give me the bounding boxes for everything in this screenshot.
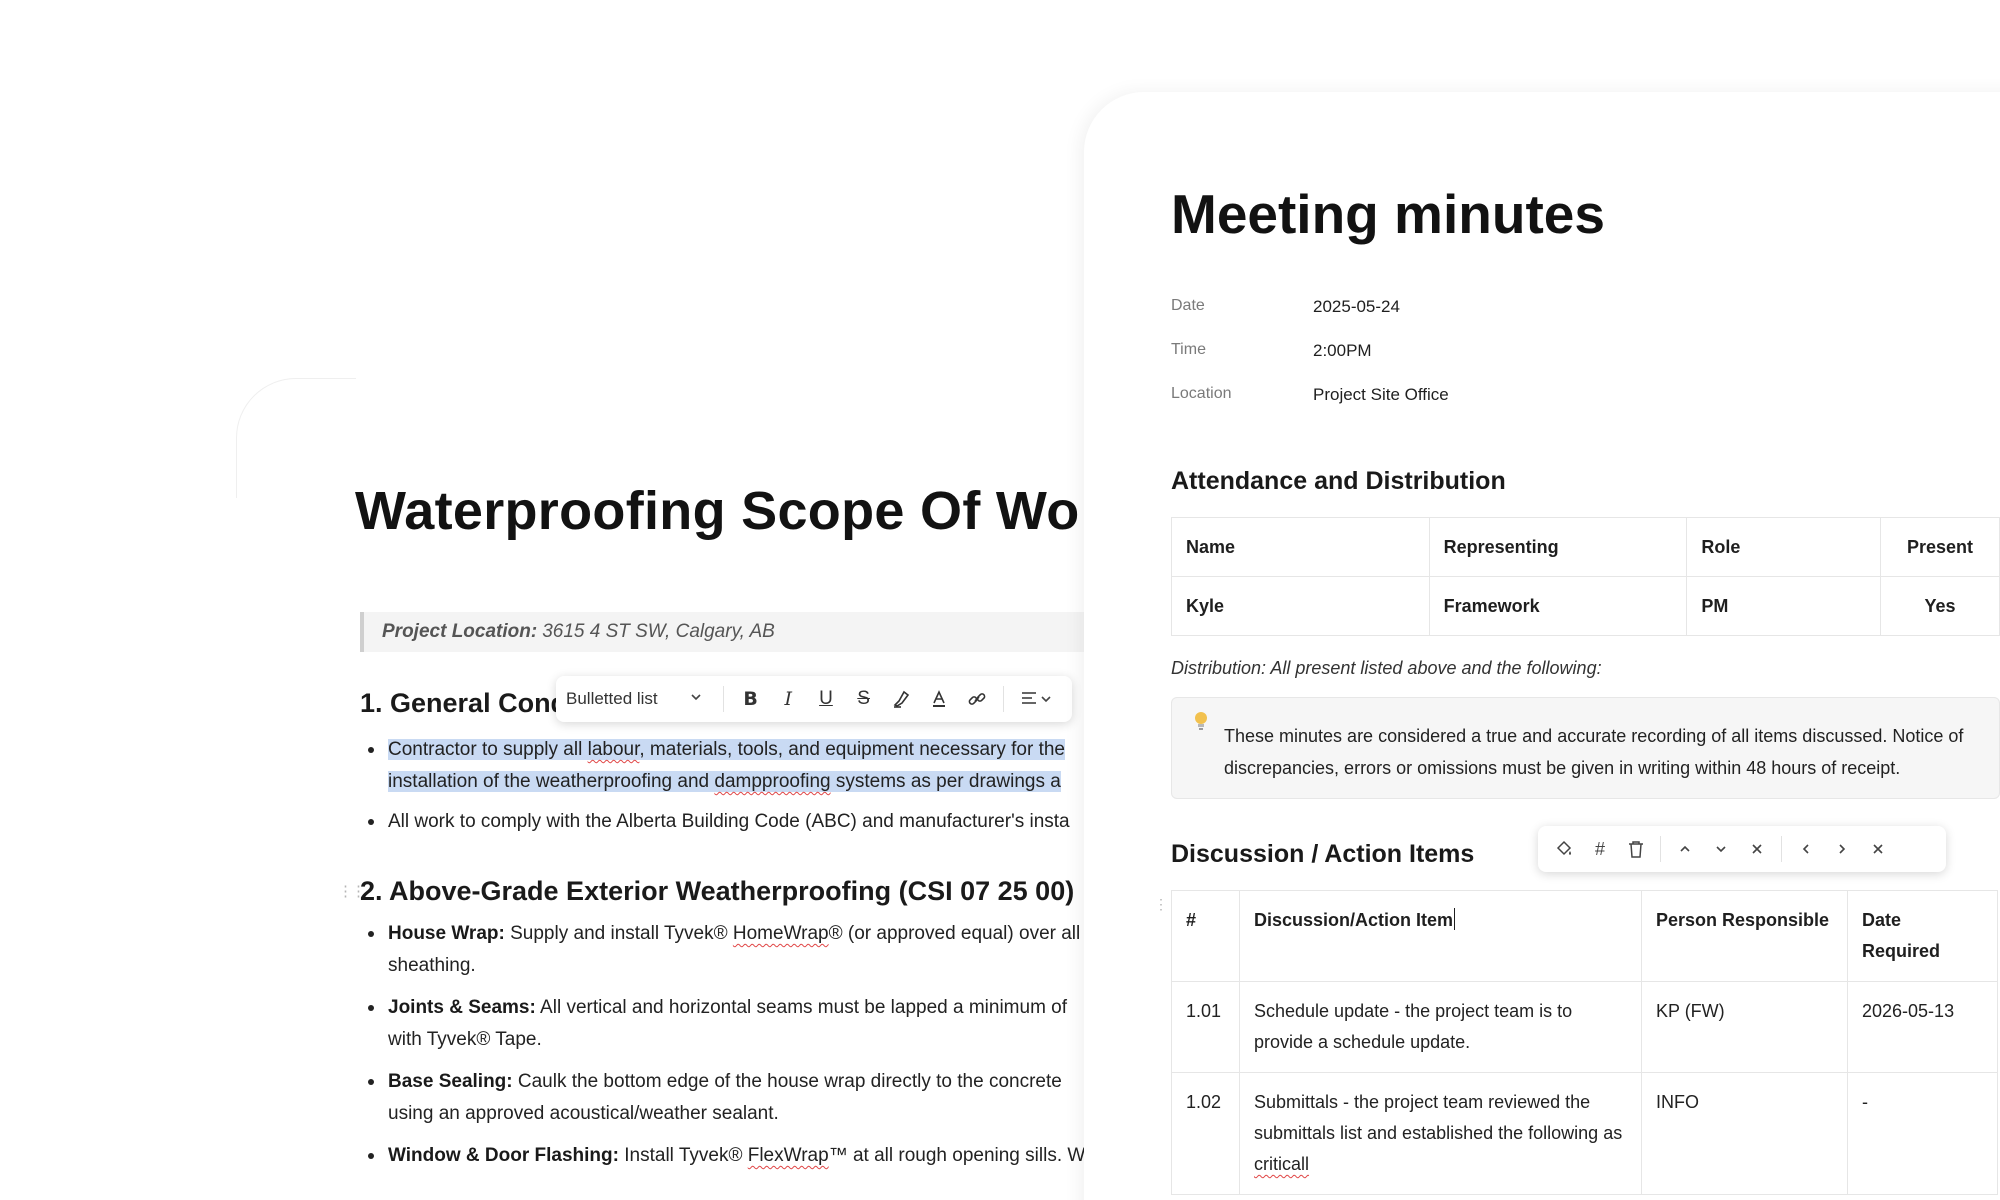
list-item[interactable]: Window & Door Flashing: Install Tyvek® F… <box>368 1140 1085 1172</box>
highlight-icon[interactable] <box>882 682 920 716</box>
list-item[interactable]: House Wrap: Supply and install Tyvek® Ho… <box>368 918 1080 982</box>
chevron-down-icon <box>689 689 703 709</box>
callout-block[interactable]: These minutes are considered a true and … <box>1171 697 2000 799</box>
action-items-table: # Discussion/Action Item Person Responsi… <box>1171 890 1998 1195</box>
list-item[interactable]: Contractor to supply all labour, materia… <box>368 734 1065 798</box>
list-item-text: using an approved acoustical/weather sea… <box>388 1103 779 1124</box>
toolbar-divider <box>1660 836 1661 862</box>
strikethrough-icon[interactable]: S <box>845 682 883 716</box>
chevron-left-icon[interactable] <box>1788 832 1824 866</box>
discussion-heading[interactable]: Discussion / Action Items <box>1171 840 1474 869</box>
list-item-text: Base Sealing: Caulk the bottom edge of t… <box>388 1071 1062 1092</box>
meeting-title[interactable]: Meeting minutes <box>1171 182 1605 246</box>
list-item-text: sheathing. <box>388 955 476 976</box>
text-color-icon[interactable] <box>920 682 958 716</box>
format-toolbar: Bulletted list B I U S <box>556 676 1072 722</box>
table-header-row: # Discussion/Action Item Person Responsi… <box>1171 890 1998 982</box>
table-cell[interactable]: INFO <box>1641 1072 1848 1195</box>
list-item[interactable]: Base Sealing: Caulk the bottom edge of t… <box>368 1066 1062 1130</box>
table-cell[interactable]: Submittals - the project team reviewed t… <box>1239 1072 1642 1195</box>
toolbar-divider <box>1781 836 1782 862</box>
chevron-right-icon[interactable] <box>1824 832 1860 866</box>
table-header-cell[interactable]: Present <box>1880 517 2000 577</box>
bold-icon[interactable]: B <box>732 682 770 716</box>
meta-label: Time <box>1171 341 1206 358</box>
table-cell[interactable]: KP (FW) <box>1641 981 1848 1073</box>
block-type-select[interactable]: Bulletted list <box>566 689 715 709</box>
close-icon[interactable] <box>1860 832 1896 866</box>
table-row: 1.02 Submittals - the project team revie… <box>1171 1072 1998 1195</box>
table-cell[interactable]: Schedule update - the project team is to… <box>1239 981 1642 1073</box>
lightbulb-icon <box>1192 710 1210 738</box>
table-cell[interactable]: Yes <box>1880 576 2000 636</box>
list-item-text: House Wrap: Supply and install Tyvek® Ho… <box>388 923 1081 944</box>
project-location-label: Project Location: <box>382 621 538 642</box>
table-header-cell[interactable]: Representing <box>1428 517 1688 577</box>
meta-value[interactable]: 2:00PM <box>1313 341 1372 361</box>
document-title[interactable]: Waterproofing Scope Of Wo <box>355 480 1079 542</box>
paint-bucket-icon[interactable] <box>1546 832 1582 866</box>
attendance-table: Name Representing Role Present Kyle Fram… <box>1171 517 2000 636</box>
block-type-label: Bulletted list <box>566 689 658 708</box>
meta-value[interactable]: 2025-05-24 <box>1313 297 1400 317</box>
meta-label: Date <box>1171 297 1205 314</box>
table-cell[interactable]: Framework <box>1428 576 1688 636</box>
project-location-value: 3615 4 ST SW, Calgary, AB <box>542 621 775 642</box>
list-item[interactable]: All work to comply with the Alberta Buil… <box>368 806 1070 838</box>
meta-label: Location <box>1171 385 1232 402</box>
table-header-cell[interactable]: # <box>1171 890 1240 982</box>
table-cell[interactable]: PM <box>1686 576 1882 636</box>
table-cell[interactable]: Kyle <box>1171 576 1430 636</box>
chevron-up-icon[interactable] <box>1667 832 1703 866</box>
align-icon[interactable] <box>1012 682 1062 716</box>
close-icon[interactable] <box>1739 832 1775 866</box>
document-corner <box>236 378 356 498</box>
table-cell[interactable]: 1.02 <box>1171 1072 1240 1195</box>
selected-text: installation of the weatherproofing and … <box>388 771 1061 792</box>
table-cell[interactable]: 1.01 <box>1171 981 1240 1073</box>
trash-icon[interactable] <box>1618 832 1654 866</box>
table-header-cell[interactable]: Date Required <box>1847 890 1998 982</box>
section-heading-general[interactable]: 1. General Condi <box>360 688 575 719</box>
list-item-text: All work to comply with the Alberta Buil… <box>388 811 1070 832</box>
callout-text: These minutes are considered a true and … <box>1224 726 1964 778</box>
project-location-block[interactable]: Project Location: 3615 4 ST SW, Calgary,… <box>360 612 1180 652</box>
attendance-heading[interactable]: Attendance and Distribution <box>1171 467 1506 496</box>
table-toolbar: # <box>1538 826 1946 872</box>
table-header-cell[interactable]: Discussion/Action Item <box>1239 890 1642 982</box>
table-header-cell[interactable]: Person Responsible <box>1641 890 1848 982</box>
selected-text: Contractor to supply all labour, materia… <box>388 739 1065 760</box>
underline-icon[interactable]: U <box>807 682 845 716</box>
table-row: 1.01 Schedule update - the project team … <box>1171 981 1998 1073</box>
chevron-down-icon[interactable] <box>1703 832 1739 866</box>
hash-icon[interactable]: # <box>1582 832 1618 866</box>
table-row: Kyle Framework PM Yes <box>1171 576 2000 636</box>
list-item-text: with Tyvek® Tape. <box>388 1029 542 1050</box>
list-item-text: installation of the weatherproofing and … <box>388 766 1065 798</box>
app-canvas: Waterproofing Scope Of Wo Project Locati… <box>0 0 2000 1200</box>
table-header-cell[interactable]: Role <box>1686 517 1882 577</box>
list-item[interactable]: Joints & Seams: All vertical and horizon… <box>368 992 1067 1056</box>
distribution-note[interactable]: Distribution: All present listed above a… <box>1171 658 1602 679</box>
section-heading-weatherproofing[interactable]: 2. Above-Grade Exterior Weatherproofing … <box>360 876 1074 907</box>
table-header-cell[interactable]: Name <box>1171 517 1430 577</box>
list-item-text: Window & Door Flashing: Install Tyvek® F… <box>388 1145 1086 1166</box>
toolbar-divider <box>722 686 724 712</box>
list-item-text: Joints & Seams: All vertical and horizon… <box>388 997 1068 1018</box>
text-cursor <box>1454 908 1456 930</box>
table-cell[interactable]: - <box>1847 1072 1998 1195</box>
table-cell[interactable]: 2026-05-13 <box>1847 981 1998 1073</box>
toolbar-divider <box>1003 686 1005 712</box>
italic-icon[interactable]: I <box>769 682 807 716</box>
link-icon[interactable] <box>958 682 996 716</box>
meta-value[interactable]: Project Site Office <box>1313 385 1449 405</box>
table-header-row: Name Representing Role Present <box>1171 517 2000 577</box>
row-handle-icon[interactable]: ⋮ <box>1154 896 1168 913</box>
list-item-text: Contractor to supply all labour, materia… <box>388 734 1065 766</box>
